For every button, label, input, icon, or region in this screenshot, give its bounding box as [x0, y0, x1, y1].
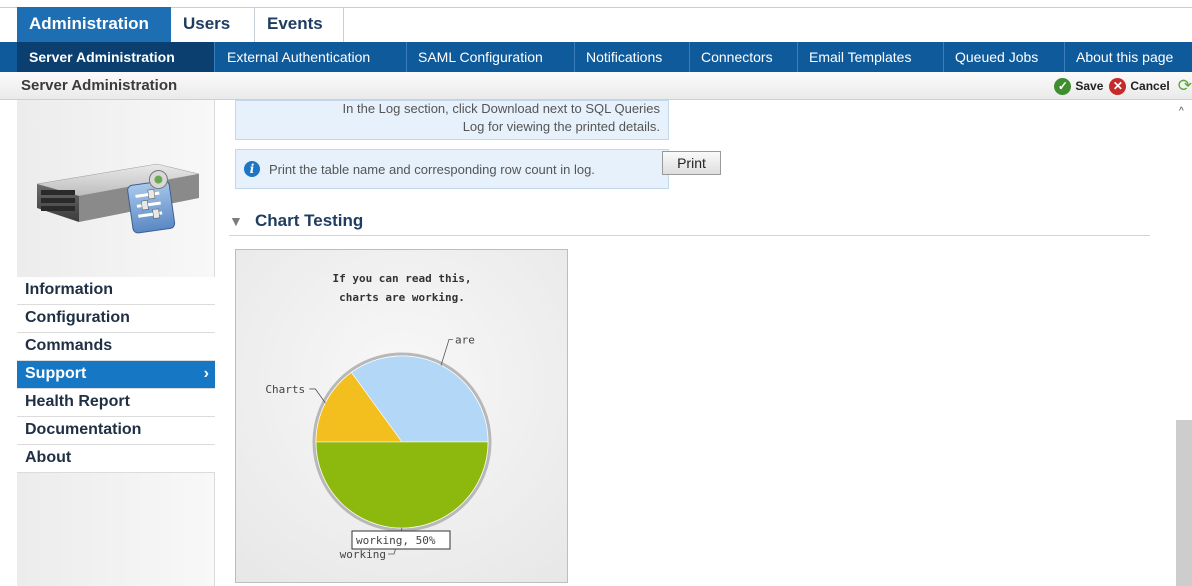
- info-icon: i: [244, 161, 260, 177]
- tab-users[interactable]: Users: [171, 7, 255, 42]
- pie-leader-are: [440, 338, 454, 366]
- top-tab-bar: Administration Users Events: [0, 0, 1192, 42]
- save-button[interactable]: ✓ Save: [1054, 77, 1104, 95]
- sidebar-item-support[interactable]: Support ›: [17, 361, 215, 389]
- subtab-notifications[interactable]: Notifications: [575, 42, 690, 72]
- pie-chart: If you can read this, charts are working…: [265, 272, 492, 561]
- tab-events[interactable]: Events: [255, 7, 344, 42]
- page-header-bar: Server Administration ✓ Save ✕ Cancel ⟳: [0, 72, 1192, 100]
- sidebar-item-label: Support: [25, 365, 87, 382]
- sidebar-nav: Information Configuration Commands Suppo…: [17, 277, 215, 473]
- tab-administration[interactable]: Administration: [17, 7, 171, 42]
- subtab-email-templates[interactable]: Email Templates: [798, 42, 944, 72]
- vertical-scrollbar[interactable]: ^: [1176, 100, 1192, 586]
- print-button[interactable]: Print: [662, 151, 721, 175]
- pie-label-working: working: [340, 548, 386, 561]
- sub-navigation: Server Administration External Authentic…: [0, 42, 1192, 72]
- chart-title-line-2: charts are working.: [339, 291, 465, 304]
- log-info-box: In the Log section, click Download next …: [235, 100, 669, 140]
- sidebar-item-health-report[interactable]: Health Report: [17, 389, 215, 417]
- refresh-icon[interactable]: ⟳: [1178, 76, 1192, 96]
- subtab-about-this-page[interactable]: About this page: [1065, 42, 1192, 72]
- pie-label-charts: Charts: [265, 383, 305, 396]
- print-info-text: Print the table name and corresponding r…: [269, 162, 595, 177]
- pie-slice-working[interactable]: [315, 441, 489, 529]
- main-content: In the Log section, click Download next …: [216, 100, 1176, 586]
- page-actions: ✓ Save ✕ Cancel ⟳: [1054, 76, 1192, 96]
- checkmark-icon: ✓: [1054, 77, 1072, 95]
- save-label: Save: [1075, 79, 1104, 93]
- chart-testing-section-header[interactable]: ▼ Chart Testing: [229, 210, 1150, 236]
- pie-tooltip-text: working, 50%: [356, 534, 436, 547]
- log-info-text: In the Log section, click Download next …: [280, 100, 660, 136]
- subtab-saml-configuration[interactable]: SAML Configuration: [407, 42, 575, 72]
- chart-title-line-1: If you can read this,: [332, 272, 471, 285]
- cancel-label: Cancel: [1130, 79, 1170, 93]
- print-info-box: i Print the table name and corresponding…: [235, 149, 669, 189]
- sidebar-item-documentation[interactable]: Documentation: [17, 417, 215, 445]
- pie-tooltip: working, 50%: [351, 530, 451, 550]
- sidebar-item-configuration[interactable]: Configuration: [17, 305, 215, 333]
- subtab-external-authentication[interactable]: External Authentication: [216, 42, 407, 72]
- subtab-server-administration[interactable]: Server Administration: [17, 42, 215, 72]
- subtab-queued-jobs[interactable]: Queued Jobs: [944, 42, 1065, 72]
- chevron-right-icon: ›: [203, 365, 209, 382]
- sidebar-item-information[interactable]: Information: [17, 277, 215, 305]
- cancel-button[interactable]: ✕ Cancel: [1109, 77, 1170, 95]
- cancel-icon: ✕: [1109, 77, 1127, 95]
- collapse-triangle-icon[interactable]: ▼: [229, 213, 243, 229]
- log-info-line-1: In the Log section, click Download next …: [342, 101, 660, 116]
- subtab-connectors[interactable]: Connectors: [690, 42, 798, 72]
- pie-label-are: are: [455, 333, 475, 346]
- sidebar-item-commands[interactable]: Commands: [17, 333, 215, 361]
- sidebar-item-about[interactable]: About: [17, 445, 215, 473]
- scroll-up-arrow-icon[interactable]: ^: [1179, 106, 1184, 117]
- chart-panel: If you can read this, charts are working…: [235, 249, 568, 583]
- log-info-line-2: Log for viewing the printed details.: [462, 119, 660, 134]
- scrollbar-thumb[interactable]: [1176, 420, 1192, 586]
- page-title: Server Administration: [21, 77, 178, 94]
- server-illustration-icon: [36, 163, 200, 234]
- section-title: Chart Testing: [255, 211, 364, 230]
- sidebar: Information Configuration Commands Suppo…: [17, 100, 215, 586]
